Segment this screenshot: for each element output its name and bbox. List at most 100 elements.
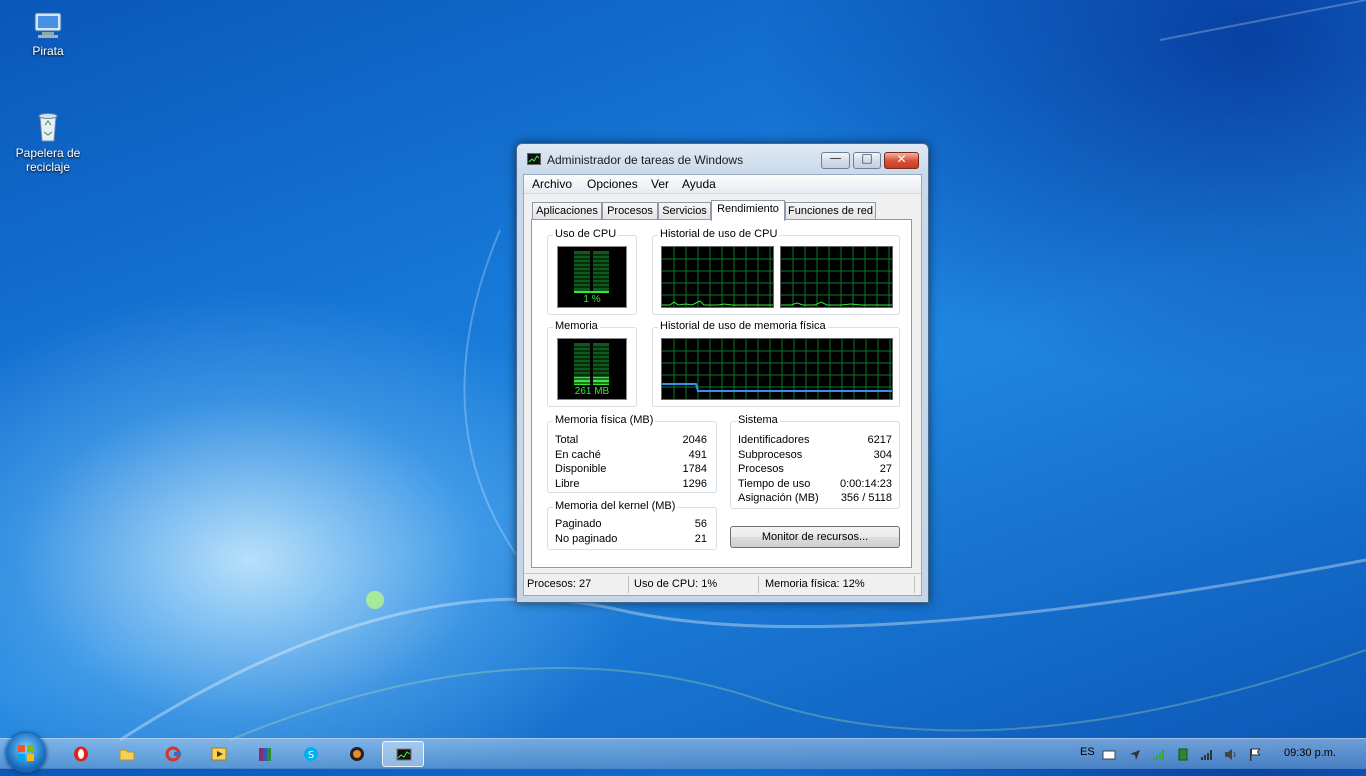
- physical-memory-group: Memoria física (MB) Total 2046 En caché …: [547, 414, 717, 493]
- cpu-history-group: Historial de uso de CPU: [652, 228, 900, 315]
- status-separator: [914, 576, 915, 593]
- keyboard-icon[interactable]: [1102, 748, 1116, 761]
- close-icon: ✕: [896, 152, 907, 166]
- tab-procesos[interactable]: Procesos: [602, 202, 658, 219]
- window-client: Archivo Opciones Ver Ayuda Aplicaciones …: [523, 174, 922, 596]
- grid: [781, 247, 892, 307]
- close-button[interactable]: ✕: [884, 152, 919, 169]
- start-button[interactable]: [6, 733, 46, 773]
- row-value: 491: [688, 449, 707, 461]
- status-memory: Memoria física: 12%: [765, 578, 865, 590]
- clock[interactable]: 09:30 p.m.: [1284, 747, 1336, 759]
- grid: [662, 247, 773, 307]
- cpu-usage-meter: 1 %: [557, 246, 627, 308]
- memory-history-group: Historial de uso de memoria física: [652, 320, 900, 407]
- winrar-icon: [259, 748, 271, 761]
- row-label: No paginado: [555, 533, 618, 545]
- maximize-button[interactable]: □: [853, 151, 881, 169]
- minimize-button[interactable]: —: [821, 151, 850, 169]
- cpu-history-graph-core-2: [780, 246, 893, 308]
- desktop-icon-label: Pirata: [32, 44, 64, 58]
- title-bar[interactable]: Administrador de tareas de Windows — □ ✕: [517, 144, 928, 174]
- memory-meter-bars: [574, 343, 609, 385]
- menu-archivo[interactable]: Archivo: [532, 177, 572, 191]
- menu-bar: Archivo Opciones Ver Ayuda: [524, 175, 921, 194]
- computer-icon: [31, 8, 65, 42]
- kernel-memory-label: Memoria del kernel (MB): [553, 500, 678, 512]
- cpu-usage-label: Uso de CPU: [553, 228, 619, 240]
- media-app-icon: [350, 747, 364, 761]
- tab-rendimiento[interactable]: Rendimiento: [711, 200, 785, 221]
- language-indicator[interactable]: ES: [1080, 746, 1095, 758]
- taskbar-skype[interactable]: S: [290, 741, 332, 767]
- cpu-history-graph-core-1: [661, 246, 774, 308]
- desktop-icon-pirata[interactable]: Pirata: [8, 8, 88, 58]
- system-label: Sistema: [736, 414, 780, 426]
- memory-group: Memoria 261 MB: [547, 320, 637, 407]
- skype-icon: S: [304, 747, 318, 761]
- memory-value: 261 MB: [574, 386, 610, 397]
- network-icon[interactable]: [1200, 748, 1214, 761]
- svg-text:S: S: [308, 750, 314, 761]
- row-value: 6217: [867, 434, 892, 446]
- row-label: Libre: [555, 478, 580, 490]
- cpu-meter-bars: [574, 251, 609, 293]
- status-separator: [628, 576, 629, 593]
- memory-meter: 261 MB: [557, 338, 627, 400]
- row-label: Total: [555, 434, 579, 446]
- row-value: 27: [879, 463, 892, 475]
- taskbar-explorer[interactable]: [106, 741, 148, 767]
- task-manager-icon: [527, 153, 541, 165]
- row-label: Paginado: [555, 518, 602, 530]
- media-player-icon: [211, 747, 227, 761]
- memory-history-label: Historial de uso de memoria física: [658, 320, 828, 332]
- task-manager-icon: [396, 748, 412, 761]
- tab-funciones-de-red[interactable]: Funciones de red: [785, 202, 876, 219]
- performance-panel: Uso de CPU 1 % Historial de uso de CPU M…: [531, 219, 912, 568]
- tab-servicios[interactable]: Servicios: [658, 202, 711, 219]
- recycle-bin-icon: [31, 110, 65, 144]
- resource-monitor-button[interactable]: Monitor de recursos...: [730, 526, 900, 548]
- row-label: Subprocesos: [738, 449, 803, 461]
- volume-icon[interactable]: [1224, 748, 1238, 761]
- row-label: Asignación (MB): [738, 492, 819, 504]
- airplane-icon[interactable]: [1128, 748, 1142, 761]
- desktop-icon-recycle-bin[interactable]: Papelera de reciclaje: [8, 110, 88, 174]
- row-value: 2046: [682, 434, 707, 446]
- signal-icon[interactable]: [1152, 748, 1166, 761]
- status-processes: Procesos: 27: [527, 578, 592, 590]
- cpu-history-label: Historial de uso de CPU: [658, 228, 780, 240]
- row-label: Procesos: [738, 463, 784, 475]
- status-cpu: Uso de CPU: 1%: [634, 578, 718, 590]
- cpu-usage-value: 1 %: [583, 294, 601, 305]
- cpu-usage-group: Uso de CPU 1 %: [547, 228, 637, 315]
- taskbar-media-player[interactable]: [198, 741, 240, 767]
- physical-memory-label: Memoria física (MB): [553, 414, 656, 426]
- taskbar: S ES 09:30 p.m.: [0, 733, 1366, 773]
- window-title: Administrador de tareas de Windows: [547, 153, 744, 167]
- desktop-icon-label: reciclaje: [25, 160, 70, 174]
- menu-opciones[interactable]: Opciones: [587, 177, 638, 191]
- row-value: 21: [694, 533, 707, 545]
- menu-ayuda[interactable]: Ayuda: [682, 177, 716, 191]
- taskbar-opera[interactable]: [60, 741, 102, 767]
- status-separator: [758, 576, 759, 593]
- ccleaner-icon: [165, 746, 181, 762]
- tab-aplicaciones[interactable]: Aplicaciones: [532, 202, 602, 219]
- desktop-icon-label: Papelera de: [15, 146, 81, 160]
- row-value: 304: [873, 449, 892, 461]
- taskbar-task-manager[interactable]: [382, 741, 424, 767]
- menu-ver[interactable]: Ver: [651, 177, 669, 191]
- row-value: 56: [694, 518, 707, 530]
- status-bar: Procesos: 27 Uso de CPU: 1% Memoria físi…: [524, 573, 921, 595]
- task-manager-window: Administrador de tareas de Windows — □ ✕…: [516, 143, 929, 603]
- taskbar-media-app[interactable]: [336, 741, 378, 767]
- system-group: Sistema Identificadores 6217 Subprocesos…: [730, 414, 900, 509]
- battery-icon[interactable]: [1176, 748, 1190, 761]
- taskbar-winrar[interactable]: [244, 741, 286, 767]
- kernel-memory-group: Memoria del kernel (MB) Paginado 56 No p…: [547, 500, 717, 550]
- taskbar-ccleaner[interactable]: [152, 741, 194, 767]
- opera-icon: [74, 746, 88, 762]
- folder-icon: [119, 749, 135, 761]
- action-center-flag-icon[interactable]: [1248, 748, 1262, 761]
